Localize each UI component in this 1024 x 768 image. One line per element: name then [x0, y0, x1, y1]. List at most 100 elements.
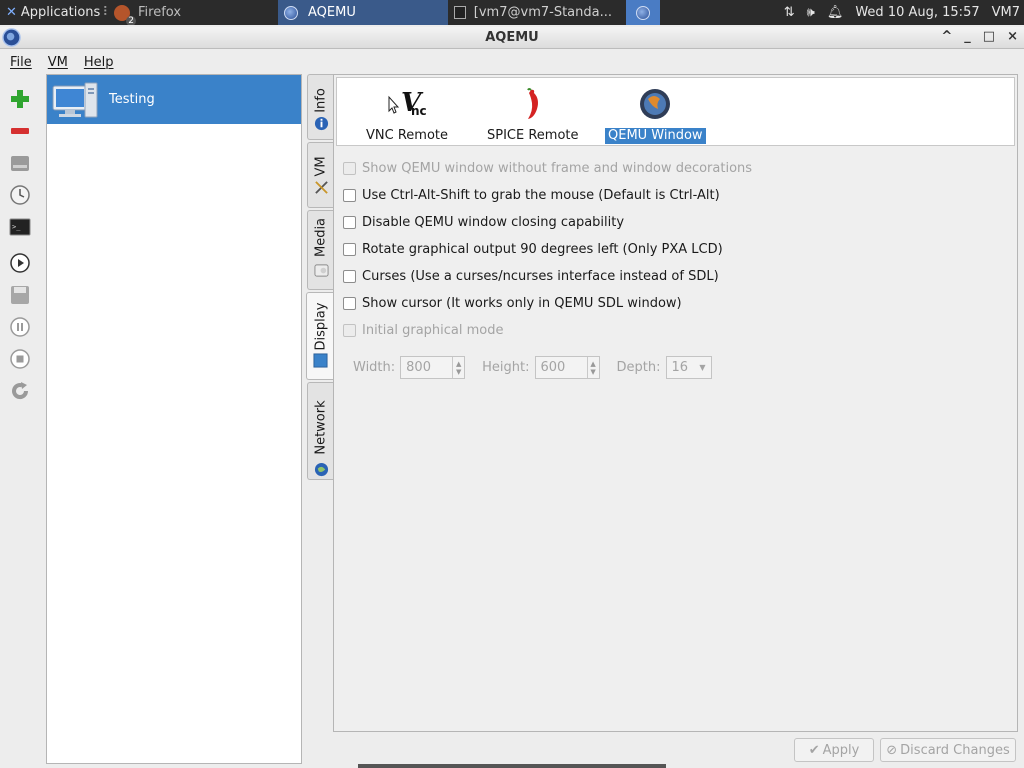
menubar: File VM Help	[0, 51, 1024, 73]
checkbox[interactable]	[343, 297, 356, 310]
minimize-button[interactable]: _	[964, 29, 971, 44]
option-disable-close[interactable]: Disable QEMU window closing capability	[343, 215, 624, 230]
close-button[interactable]: ×	[1007, 29, 1018, 44]
option-curses[interactable]: Curses (Use a curses/ncurses interface i…	[343, 269, 719, 284]
tab-display[interactable]: Display	[306, 292, 335, 380]
checkbox[interactable]	[343, 243, 356, 256]
pause-vm-button[interactable]	[7, 314, 33, 340]
vm-list-item[interactable]: Testing	[47, 75, 301, 124]
tab-info[interactable]: Info	[307, 74, 334, 140]
tab-vm[interactable]: VM	[307, 142, 334, 208]
qemu-icon	[640, 89, 671, 119]
depth-value: 16	[671, 360, 689, 375]
display-mode-selector: V nc VNC Remote SPICE Remote QEMU Window	[336, 77, 1015, 146]
option-label: Rotate graphical output 90 degrees left …	[362, 242, 723, 257]
add-vm-icon	[11, 90, 29, 108]
terminal-label: [vm7@vm7-Standa...	[473, 5, 612, 20]
reset-vm-button[interactable]	[7, 378, 33, 404]
remove-vm-icon	[11, 128, 29, 134]
tray: ⇅ 🕪 🔔︎ Wed 10 Aug, 15:57 VM7	[784, 5, 1024, 20]
spin-arrows-icon: ▲ ▼	[452, 357, 464, 378]
reload-icon	[12, 382, 29, 400]
mode-qemu-window[interactable]: QEMU Window	[605, 86, 706, 144]
checkbox[interactable]	[343, 270, 356, 283]
tab-info-label: Info	[313, 88, 329, 113]
spin-arrows-icon: ▲ ▼	[586, 357, 599, 378]
cancel-icon: ⊘	[886, 742, 898, 758]
window-titlebar[interactable]: AQEMU ^ _ □ ×	[0, 27, 1024, 49]
taskbar: ✕ Applications ⠿ 2 Firefox AQEMU [vm7@vm…	[0, 0, 1024, 25]
menu-file[interactable]: File	[10, 55, 32, 70]
taskbar-aqemu-active[interactable]	[626, 0, 660, 25]
tools-icon	[315, 181, 328, 194]
checkbox	[343, 324, 356, 337]
option-ctrl-alt-shift[interactable]: Use Ctrl-Alt-Shift to grab the mouse (De…	[343, 188, 720, 203]
width-label: Width:	[353, 360, 396, 375]
notification-bell-icon[interactable]: 🔔︎	[827, 5, 844, 20]
tab-network-label: Network	[313, 400, 329, 455]
user-label[interactable]: VM7	[992, 5, 1020, 20]
menu-help[interactable]: Help	[84, 55, 114, 70]
volume-icon[interactable]: 🕪	[807, 5, 815, 20]
option-show-cursor[interactable]: Show cursor (It works only in QEMU SDL w…	[343, 296, 682, 311]
mode-spice-label: SPICE Remote	[487, 128, 579, 143]
bottom-bar	[358, 764, 666, 768]
mode-spice-remote[interactable]: SPICE Remote	[484, 86, 582, 144]
option-no-frame: Show QEMU window without frame and windo…	[343, 161, 752, 176]
taskbar-terminal[interactable]: [vm7@vm7-Standa...	[448, 0, 618, 25]
height-spinbox: 600 ▲ ▼	[534, 356, 600, 379]
tab-display-label: Display	[313, 302, 329, 351]
firefox-badge: 2	[126, 15, 136, 25]
computer-icon	[52, 82, 98, 117]
svg-text:>_: >_	[12, 223, 21, 231]
vnc-icon: V nc	[388, 88, 427, 118]
clock-button[interactable]	[7, 182, 33, 208]
tab-media[interactable]: Media	[307, 210, 334, 290]
network-icon	[314, 462, 329, 477]
save-icon	[11, 286, 29, 304]
add-vm-button[interactable]	[7, 86, 33, 112]
applications-label: Applications	[20, 5, 101, 20]
remove-vm-button[interactable]	[7, 118, 33, 144]
applications-menu[interactable]: ✕ Applications ⠿	[0, 0, 108, 25]
terminal-icon: >_	[9, 218, 31, 236]
spice-icon	[526, 88, 538, 119]
apply-label: Apply	[822, 742, 860, 758]
depth-label: Depth:	[616, 360, 661, 375]
aqemu-window-icon	[2, 28, 21, 47]
stop-vm-button[interactable]	[7, 346, 33, 372]
option-label: Show cursor (It works only in QEMU SDL w…	[362, 296, 682, 311]
discard-changes-button: ⊘ Discard Changes	[880, 738, 1016, 762]
save-vm-button[interactable]	[7, 282, 33, 308]
mode-vnc-label: VNC Remote	[366, 128, 448, 143]
terminal-button[interactable]: >_	[7, 214, 33, 240]
maximize-button[interactable]: □	[983, 29, 995, 44]
taskbar-aqemu[interactable]: AQEMU	[278, 0, 448, 25]
shade-button[interactable]: ^	[941, 29, 952, 44]
aqemu-icon	[636, 5, 650, 20]
terminal-icon	[454, 6, 466, 19]
vm-list[interactable]: Testing	[46, 74, 302, 764]
option-rotate[interactable]: Rotate graphical output 90 degrees left …	[343, 242, 723, 257]
display-panel: V nc VNC Remote SPICE Remote QEMU Window…	[333, 74, 1018, 732]
option-label: Use Ctrl-Alt-Shift to grab the mouse (De…	[362, 188, 720, 203]
apply-button: ✔ Apply	[794, 738, 874, 762]
height-label: Height:	[482, 360, 530, 375]
aqemu-icon	[284, 5, 298, 20]
menu-vm[interactable]: VM	[48, 55, 68, 70]
disk-button[interactable]	[7, 150, 33, 176]
mode-qemu-label: QEMU Window	[605, 128, 706, 144]
tab-network[interactable]: Network	[307, 382, 334, 480]
checkbox[interactable]	[343, 216, 356, 229]
network-tray-icon[interactable]: ⇅	[784, 5, 795, 20]
width-value: 800	[406, 360, 431, 375]
check-icon: ✔	[808, 742, 820, 758]
checkbox[interactable]	[343, 189, 356, 202]
taskbar-firefox[interactable]: 2 Firefox	[108, 0, 278, 25]
option-label: Curses (Use a curses/ncurses interface i…	[362, 269, 719, 284]
start-vm-button[interactable]	[7, 250, 33, 276]
datetime[interactable]: Wed 10 Aug, 15:57	[855, 5, 979, 20]
vm-toolbar: >_	[4, 86, 36, 410]
mode-vnc-remote[interactable]: V nc VNC Remote	[363, 86, 451, 144]
chevron-down-icon: ▼	[699, 363, 706, 372]
